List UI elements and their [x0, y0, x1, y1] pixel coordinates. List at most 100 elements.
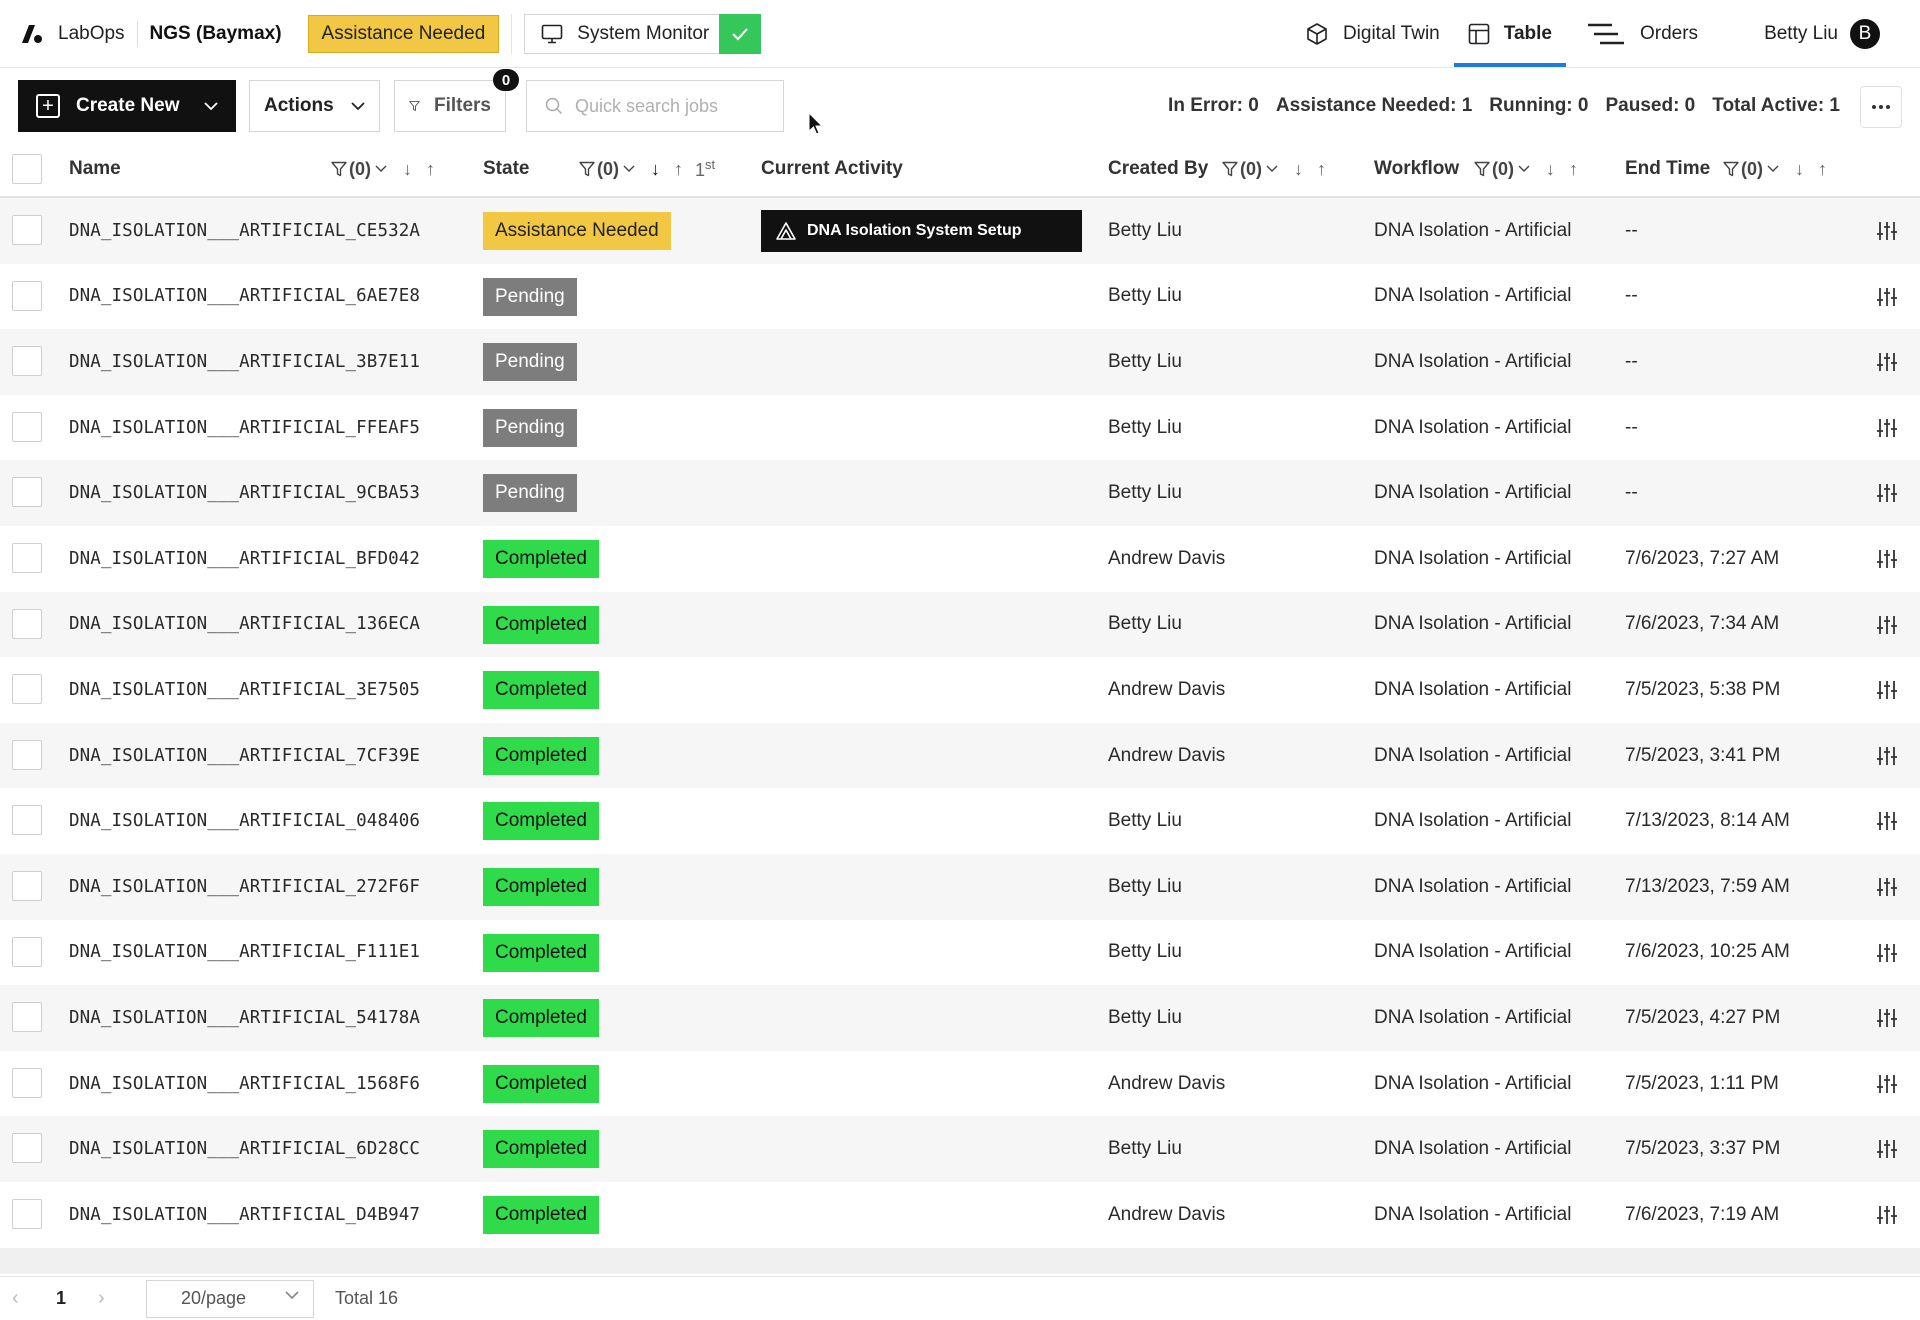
sort-asc-icon[interactable]: ↑	[674, 159, 683, 180]
sort-asc-icon[interactable]: ↑	[1818, 159, 1827, 180]
job-name[interactable]: DNA_ISOLATION___ARTIFICIAL_048406	[69, 811, 420, 831]
adjust-sliders-icon[interactable]	[1876, 351, 1898, 373]
adjust-sliders-icon[interactable]	[1876, 876, 1898, 898]
table-row[interactable]: DNA_ISOLATION___ARTIFICIAL_F111E1 Comple…	[0, 919, 1920, 986]
job-name[interactable]: DNA_ISOLATION___ARTIFICIAL_6AE7E8	[69, 286, 420, 306]
row-checkbox[interactable]	[12, 1067, 42, 1098]
adjust-sliders-icon[interactable]	[1876, 286, 1898, 308]
sort-desc-icon[interactable]: ↓	[1294, 159, 1303, 180]
next-page-icon[interactable]: ›	[98, 1287, 105, 1310]
row-checkbox[interactable]	[12, 739, 42, 770]
name-filter-button[interactable]: (0)	[331, 159, 389, 180]
row-checkbox[interactable]	[12, 346, 42, 377]
row-checkbox[interactable]	[12, 411, 42, 442]
table-row[interactable]: DNA_ISOLATION___ARTIFICIAL_3E7505 Comple…	[0, 657, 1920, 723]
row-checkbox[interactable]	[12, 542, 42, 573]
row-checkbox[interactable]	[12, 1002, 42, 1033]
column-header-workflow[interactable]: Workflow	[1374, 140, 1459, 198]
job-name[interactable]: DNA_ISOLATION___ARTIFICIAL_FFEAF5	[69, 418, 420, 438]
column-header-current-activity[interactable]: Current Activity	[761, 140, 903, 198]
tab-digital-twin[interactable]: Digital Twin	[1291, 0, 1454, 68]
row-checkbox[interactable]	[12, 280, 42, 311]
search-input[interactable]	[575, 95, 755, 117]
column-header-created-by[interactable]: Created By	[1108, 140, 1208, 198]
job-name[interactable]: DNA_ISOLATION___ARTIFICIAL_9CBA53	[69, 483, 420, 503]
sort-asc-icon[interactable]: ↑	[426, 159, 435, 180]
tab-orders[interactable]: Orders	[1572, 0, 1712, 68]
table-row[interactable]: DNA_ISOLATION___ARTIFICIAL_7CF39E Comple…	[0, 722, 1920, 789]
instrument-name[interactable]: NGS (Baymax)	[150, 23, 282, 45]
job-name[interactable]: DNA_ISOLATION___ARTIFICIAL_3E7505	[69, 680, 420, 700]
prev-page-icon[interactable]: ‹	[12, 1287, 19, 1310]
adjust-sliders-icon[interactable]	[1876, 1073, 1898, 1095]
create-new-button[interactable]: + Create New	[18, 80, 236, 132]
adjust-sliders-icon[interactable]	[1876, 745, 1898, 767]
more-options-button[interactable]	[1860, 86, 1902, 128]
row-checkbox[interactable]	[12, 936, 42, 967]
user-menu[interactable]: Betty Liu B	[1764, 19, 1880, 49]
job-name[interactable]: DNA_ISOLATION___ARTIFICIAL_7CF39E	[69, 746, 420, 766]
job-name[interactable]: DNA_ISOLATION___ARTIFICIAL_272F6F	[69, 877, 420, 897]
adjust-sliders-icon[interactable]	[1876, 1204, 1898, 1226]
table-row[interactable]: DNA_ISOLATION___ARTIFICIAL_6AE7E8 Pendin…	[0, 263, 1920, 330]
table-row[interactable]: DNA_ISOLATION___ARTIFICIAL_272F6F Comple…	[0, 853, 1920, 920]
row-checkbox[interactable]	[12, 1133, 42, 1164]
select-all-checkbox[interactable]	[12, 154, 42, 184]
job-name[interactable]: DNA_ISOLATION___ARTIFICIAL_3B7E11	[69, 352, 420, 372]
adjust-sliders-icon[interactable]	[1876, 679, 1898, 701]
table-row[interactable]: DNA_ISOLATION___ARTIFICIAL_6D28CC Comple…	[0, 1116, 1920, 1182]
sort-asc-icon[interactable]: ↑	[1569, 159, 1578, 180]
table-row[interactable]: DNA_ISOLATION___ARTIFICIAL_3B7E11 Pendin…	[0, 329, 1920, 395]
table-row[interactable]: DNA_ISOLATION___ARTIFICIAL_136ECA Comple…	[0, 591, 1920, 658]
table-row[interactable]: DNA_ISOLATION___ARTIFICIAL_FFEAF5 Pendin…	[0, 394, 1920, 461]
column-header-name[interactable]: Name	[69, 140, 121, 198]
table-row[interactable]: DNA_ISOLATION___ARTIFICIAL_1568F6 Comple…	[0, 1050, 1920, 1117]
row-checkbox[interactable]	[12, 215, 42, 245]
job-name[interactable]: DNA_ISOLATION___ARTIFICIAL_CE532A	[69, 221, 420, 241]
table-row[interactable]: DNA_ISOLATION___ARTIFICIAL_048406 Comple…	[0, 788, 1920, 854]
state-filter-button[interactable]: (0)	[579, 159, 637, 180]
row-checkbox[interactable]	[12, 805, 42, 836]
table-row[interactable]: DNA_ISOLATION___ARTIFICIAL_D4B947 Comple…	[0, 1181, 1920, 1248]
tab-table[interactable]: Table	[1453, 0, 1567, 68]
adjust-sliders-icon[interactable]	[1876, 810, 1898, 832]
row-checkbox[interactable]	[12, 1198, 42, 1229]
adjust-sliders-icon[interactable]	[1876, 614, 1898, 636]
job-name[interactable]: DNA_ISOLATION___ARTIFICIAL_D4B947	[69, 1205, 420, 1225]
job-name[interactable]: DNA_ISOLATION___ARTIFICIAL_BFD042	[69, 549, 420, 569]
table-row[interactable]: DNA_ISOLATION___ARTIFICIAL_9CBA53 Pendin…	[0, 460, 1920, 526]
page-size-select[interactable]: 20/page	[146, 1279, 314, 1318]
table-row[interactable]: DNA_ISOLATION___ARTIFICIAL_54178A Comple…	[0, 985, 1920, 1051]
adjust-sliders-icon[interactable]	[1876, 417, 1898, 439]
current-activity-chip[interactable]: DNA Isolation System Setup	[761, 210, 1082, 252]
sort-desc-active-icon[interactable]: ↓	[651, 159, 660, 180]
adjust-sliders-icon[interactable]	[1876, 220, 1898, 242]
column-header-end-time[interactable]: End Time	[1625, 140, 1710, 198]
table-row[interactable]: DNA_ISOLATION___ARTIFICIAL_CE532A Assist…	[0, 198, 1920, 264]
job-name[interactable]: DNA_ISOLATION___ARTIFICIAL_136ECA	[69, 614, 420, 634]
adjust-sliders-icon[interactable]	[1876, 942, 1898, 964]
filters-button[interactable]: Filters 0	[394, 69, 519, 132]
row-checkbox[interactable]	[12, 477, 42, 508]
row-checkbox[interactable]	[12, 674, 42, 705]
sort-desc-icon[interactable]: ↓	[1795, 159, 1804, 180]
adjust-sliders-icon[interactable]	[1876, 548, 1898, 570]
workflow-filter-button[interactable]: (0)	[1474, 159, 1532, 180]
adjust-sliders-icon[interactable]	[1876, 482, 1898, 504]
current-page[interactable]: 1	[56, 1288, 66, 1309]
sort-desc-icon[interactable]: ↓	[1546, 159, 1555, 180]
job-name[interactable]: DNA_ISOLATION___ARTIFICIAL_1568F6	[69, 1074, 420, 1094]
sort-asc-icon[interactable]: ↑	[1317, 159, 1326, 180]
row-checkbox[interactable]	[12, 608, 42, 639]
system-monitor-button[interactable]: System Monitor	[524, 13, 762, 54]
actions-button[interactable]: Actions	[249, 80, 380, 132]
end-time-filter-button[interactable]: (0)	[1723, 159, 1781, 180]
job-name[interactable]: DNA_ISOLATION___ARTIFICIAL_F111E1	[69, 942, 420, 962]
created-by-filter-button[interactable]: (0)	[1222, 159, 1280, 180]
sort-desc-icon[interactable]: ↓	[403, 159, 412, 180]
brand[interactable]: LabOps	[20, 22, 125, 46]
row-checkbox[interactable]	[12, 870, 42, 901]
column-header-state[interactable]: State	[483, 140, 529, 198]
job-name[interactable]: DNA_ISOLATION___ARTIFICIAL_54178A	[69, 1008, 420, 1028]
table-row[interactable]: DNA_ISOLATION___ARTIFICIAL_BFD042 Comple…	[0, 525, 1920, 592]
